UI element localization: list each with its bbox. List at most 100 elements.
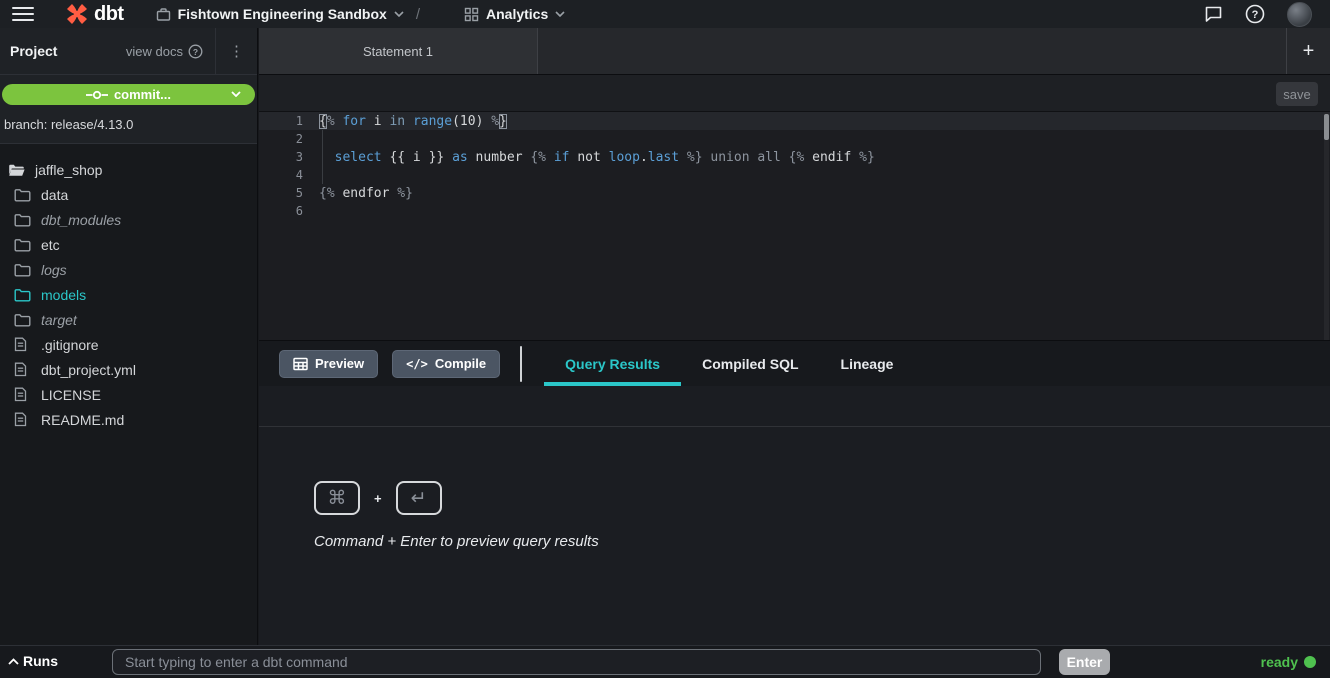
sidebar-menu-button[interactable]: ⋮ [215, 28, 257, 74]
code-line[interactable]: 2 [259, 130, 1330, 148]
tree-item-label: models [41, 287, 86, 303]
user-avatar[interactable] [1287, 2, 1312, 27]
view-docs-link[interactable]: view docs ? [126, 44, 215, 59]
tree-item-target[interactable]: target [0, 307, 257, 332]
save-button[interactable]: save [1276, 82, 1318, 106]
new-tab-button[interactable]: + [1286, 28, 1330, 74]
svg-text:?: ? [1252, 9, 1259, 21]
sidebar-header: Project view docs ? ⋮ [0, 28, 257, 75]
editor-tab-bar: Statement 1 + [259, 28, 1330, 75]
account-name: Fishtown Engineering Sandbox [178, 6, 387, 22]
chevron-up-icon [8, 658, 19, 665]
folder-icon [14, 263, 31, 277]
tree-item-data[interactable]: data [0, 182, 257, 207]
code-text: {% endfor %} [319, 186, 413, 201]
code-icon: </> [406, 357, 428, 371]
commit-label: commit... [114, 87, 171, 102]
runs-label: Runs [23, 653, 58, 669]
dbt-logo-mark-icon [64, 1, 90, 27]
tree-item-label: LICENSE [41, 387, 101, 403]
commit-button[interactable]: commit... [2, 84, 255, 105]
grid-icon [464, 7, 479, 22]
tree-item-etc[interactable]: etc [0, 232, 257, 257]
chevron-down-icon [394, 11, 404, 17]
feedback-chat-icon[interactable] [1204, 5, 1223, 23]
project-switcher[interactable]: Analytics [464, 6, 565, 22]
file-icon [14, 412, 31, 427]
tab-label: Statement 1 [363, 44, 433, 59]
code-editor[interactable]: 1{% for i in range(10) %} 2 3 select {{ i … [259, 112, 1330, 340]
results-toolbar: Preview </> Compile Query Results Compil… [259, 341, 1330, 386]
dbt-wordmark: dbt [94, 3, 124, 26]
tab-label: Lineage [841, 356, 894, 372]
folder-icon [14, 313, 31, 327]
status-dot [1304, 656, 1316, 668]
line-number: 5 [259, 186, 303, 200]
help-icon[interactable]: ? [1245, 4, 1265, 24]
tree-item-README.md[interactable]: README.md [0, 407, 257, 432]
kebab-icon: ⋮ [229, 42, 244, 60]
commit-area: commit... [0, 75, 257, 109]
editor-scrollbar-track [1324, 112, 1329, 340]
top-bar: dbt Fishtown Engineering Sandbox / Analy… [0, 0, 1330, 28]
line-number: 2 [259, 132, 303, 146]
tree-item-logs[interactable]: logs [0, 257, 257, 282]
tab-label: Query Results [565, 356, 660, 372]
topbar-actions: ? [1204, 2, 1312, 27]
command-bar: Runs Enter ready [0, 645, 1330, 678]
command-key-icon: ⌘ [314, 481, 360, 515]
tree-item-label: dbt_modules [41, 212, 121, 228]
code-line[interactable]: 4 [259, 166, 1330, 184]
dbt-cloud-ide: dbt Fishtown Engineering Sandbox / Analy… [0, 0, 1330, 678]
tab-lineage[interactable]: Lineage [820, 341, 915, 386]
plus-icon: + [1303, 40, 1315, 63]
tree-item-models[interactable]: models [0, 282, 257, 307]
file-icon [14, 337, 31, 352]
code-line[interactable]: 6 [259, 202, 1330, 220]
tree-item-jaffle_shop[interactable]: jaffle_shop [0, 157, 257, 182]
enter-button[interactable]: Enter [1059, 649, 1110, 675]
editor-scrollbar-thumb[interactable] [1324, 114, 1329, 140]
tree-item-.gitignore[interactable]: .gitignore [0, 332, 257, 357]
code-text: {% for i in range(10) %} [319, 114, 507, 129]
folder-open-icon [8, 163, 25, 177]
folder-icon [14, 288, 31, 302]
code-line[interactable]: 5 {% endfor %} [259, 184, 1330, 202]
tab-query-results[interactable]: Query Results [544, 341, 681, 386]
sidebar-title: Project [10, 43, 57, 59]
tab-statement-1[interactable]: Statement 1 [259, 28, 538, 74]
file-tree: jaffle_shopdata dbt_modulesetc logs models t… [0, 144, 257, 645]
folder-icon [14, 213, 31, 227]
preview-button[interactable]: Preview [279, 350, 378, 378]
shortcut-hint: ⌘ + ↵ Command + Enter to preview query r… [314, 481, 599, 550]
file-icon [14, 362, 31, 377]
folder-icon [14, 188, 31, 202]
shortcut-hint-text: Command + Enter to preview query results [314, 533, 599, 550]
chevron-down-icon [555, 11, 565, 17]
compile-button[interactable]: </> Compile [392, 350, 500, 378]
tree-item-label: .gitignore [41, 337, 99, 353]
preview-label: Preview [315, 356, 364, 371]
tree-item-label: etc [41, 237, 60, 253]
code-text: select {{ i }} as number {% if not loop.… [319, 150, 875, 165]
tree-item-LICENSE[interactable]: LICENSE [0, 382, 257, 407]
hamburger-menu-icon[interactable] [12, 7, 34, 21]
tab-compiled-sql[interactable]: Compiled SQL [681, 341, 819, 386]
question-circle-icon: ? [188, 44, 203, 59]
tree-item-dbt_modules[interactable]: dbt_modules [0, 207, 257, 232]
runs-toggle[interactable]: Runs [8, 653, 58, 669]
briefcase-icon [156, 7, 171, 22]
account-switcher[interactable]: Fishtown Engineering Sandbox [156, 6, 404, 22]
editor-pane: Statement 1 + save 1{% for i in range(10… [259, 28, 1330, 645]
code-line[interactable]: 3 select {{ i }} as number {% if not loo… [259, 148, 1330, 166]
project-sidebar: Project view docs ? ⋮ [0, 28, 258, 645]
breadcrumb-separator: / [416, 6, 420, 23]
status-indicator: ready [1261, 654, 1316, 670]
tree-item-dbt_project.yml[interactable]: dbt_project.yml [0, 357, 257, 382]
tree-item-label: jaffle_shop [35, 162, 102, 178]
line-number: 6 [259, 204, 303, 218]
dbt-command-input[interactable] [112, 649, 1041, 675]
tab-label: Compiled SQL [702, 356, 798, 372]
folder-icon [14, 238, 31, 252]
code-line[interactable]: 1{% for i in range(10) %} [259, 112, 1330, 130]
